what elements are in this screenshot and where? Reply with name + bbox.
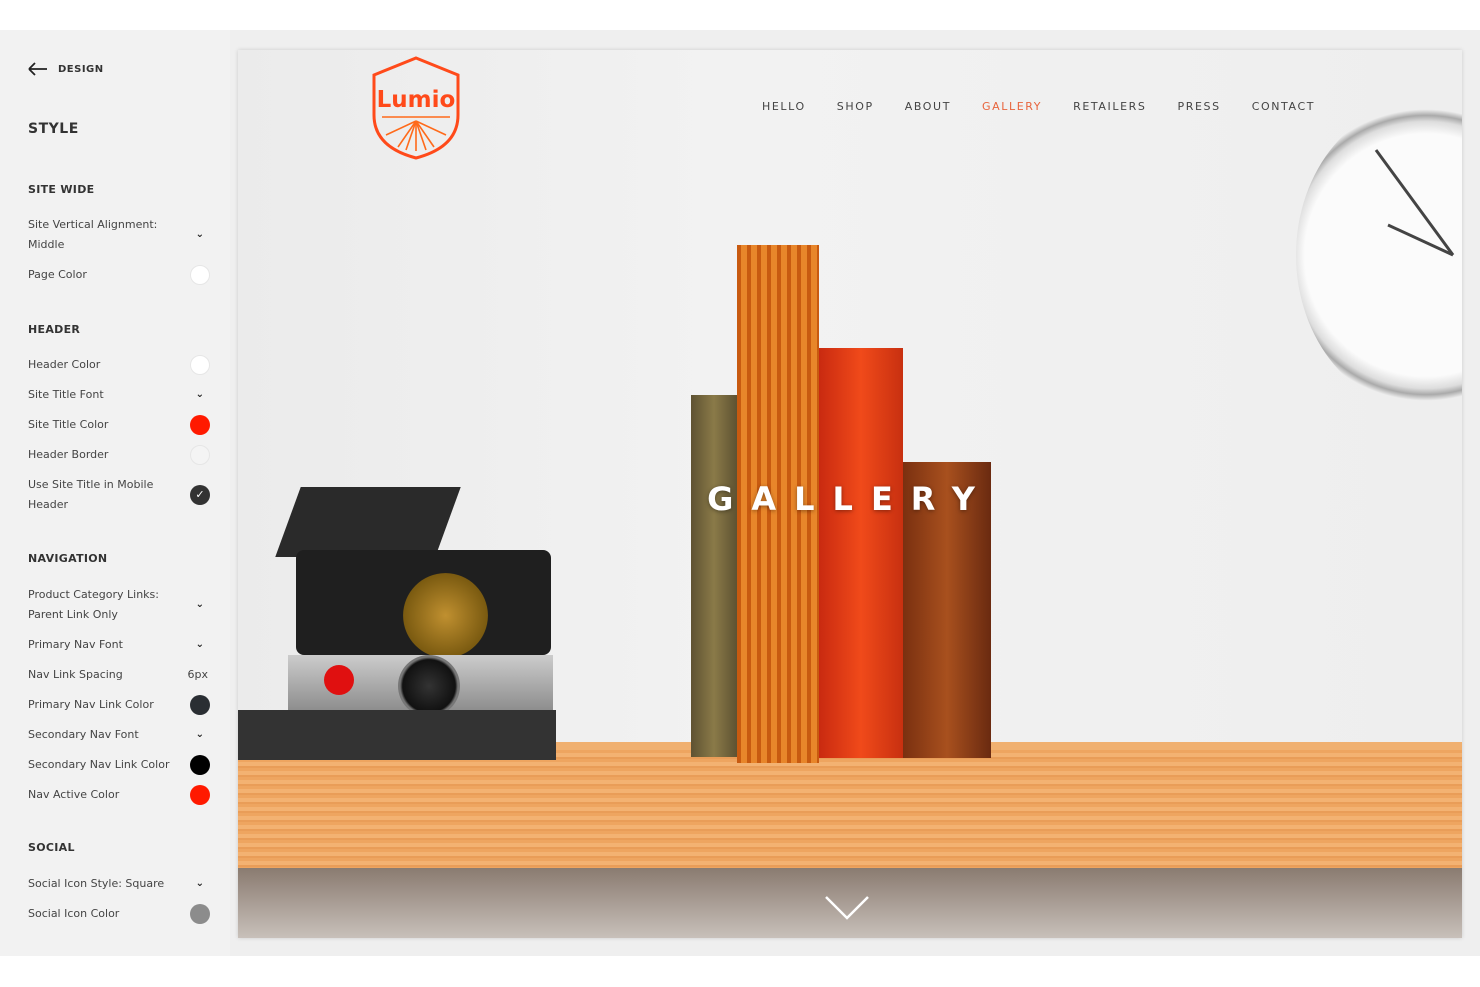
setting-header-color[interactable]: Header Color [28,355,210,375]
chevron-down-icon[interactable]: ⌄ [196,595,204,615]
setting-label: Site Vertical Alignment: Middle [28,218,158,251]
section-social: SOCIAL [28,841,75,854]
setting-product-category-links-parent-link-only[interactable]: Product Category Links: Parent Link Only… [28,585,210,625]
setting-label: Site Title Font [28,388,104,401]
book-image [819,348,903,758]
checkbox-checked[interactable]: ✓ [190,485,210,505]
section-header: HEADER [28,323,81,336]
site-preview: Lumio HELLO SHOP ABOUT GALLERY RETAILERS… [238,50,1462,938]
setting-nav-link-spacing[interactable]: Nav Link Spacing 6px [28,665,210,685]
chevron-down-icon [825,896,869,920]
svg-text:Lumio: Lumio [377,87,456,113]
setting-label: Secondary Nav Link Color [28,758,170,771]
setting-label: Social Icon Color [28,907,120,920]
setting-social-icon-color[interactable]: Social Icon Color [28,904,210,924]
clock-hands [1374,149,1455,257]
setting-label: Header Border [28,448,109,461]
setting-label: Header Color [28,358,101,371]
setting-secondary-nav-link-color[interactable]: Secondary Nav Link Color [28,755,210,775]
setting-social-icon-style-square[interactable]: Social Icon Style: Square ⌄ [28,874,210,894]
setting-label: Primary Nav Font [28,638,123,651]
color-swatch[interactable] [190,355,210,375]
setting-label: Site Title Color [28,418,109,431]
section-navigation: NAVIGATION [28,552,108,565]
setting-primary-nav-link-color[interactable]: Primary Nav Link Color [28,695,210,715]
color-swatch[interactable] [190,445,210,465]
arrow-left-icon [28,62,47,76]
setting-site-title-font[interactable]: Site Title Font ⌄ [28,385,210,405]
setting-page-color[interactable]: Page Color [28,265,210,285]
setting-label: Use Site Title in Mobile Header [28,478,154,511]
chevron-down-icon[interactable]: ⌄ [196,635,204,655]
section-site-wide: SITE WIDE [28,183,95,196]
setting-label: Nav Active Color [28,788,120,801]
scroll-down-button[interactable] [824,895,870,925]
setting-label: Product Category Links: Parent Link Only [28,588,159,621]
setting-nav-active-color[interactable]: Nav Active Color [28,785,210,805]
color-swatch[interactable] [190,415,210,435]
color-swatch[interactable] [190,755,210,775]
nav-retailers[interactable]: RETAILERS [1073,100,1146,113]
wood-shelf-image [238,750,1462,870]
setting-label: Secondary Nav Font [28,728,139,741]
nav-press[interactable]: PRESS [1177,100,1220,113]
nav-hello[interactable]: HELLO [762,100,806,113]
setting-label: Nav Link Spacing [28,668,123,681]
nav-about[interactable]: ABOUT [905,100,951,113]
back-label: DESIGN [58,63,104,75]
back-to-design-button[interactable]: DESIGN [28,62,104,76]
nav-contact[interactable]: CONTACT [1252,100,1315,113]
setting-label: Social Icon Style: Square [28,877,165,890]
color-swatch[interactable] [190,695,210,715]
book-image [691,395,737,757]
setting-label: Primary Nav Link Color [28,698,154,711]
chevron-down-icon[interactable]: ⌄ [196,225,204,245]
nav-shop[interactable]: SHOP [837,100,874,113]
hero-title: GALLERY [707,480,993,518]
polaroid-camera-image [238,487,556,760]
nav-gallery[interactable]: GALLERY [982,100,1042,113]
site-logo[interactable]: Lumio [368,55,464,165]
setting-header-border[interactable]: Header Border [28,445,210,465]
chevron-down-icon[interactable]: ⌄ [196,874,204,894]
setting-site-vertical-alignment-middle[interactable]: Site Vertical Alignment: Middle ⌄ [28,215,210,255]
color-swatch[interactable] [190,785,210,805]
color-swatch[interactable] [190,265,210,285]
setting-secondary-nav-font[interactable]: Secondary Nav Font ⌄ [28,725,210,745]
chevron-down-icon[interactable]: ⌄ [196,725,204,745]
chevron-down-icon[interactable]: ⌄ [196,385,204,405]
setting-value[interactable]: 6px [188,665,209,685]
setting-primary-nav-font[interactable]: Primary Nav Font ⌄ [28,635,210,655]
site-nav: HELLO SHOP ABOUT GALLERY RETAILERS PRESS… [762,100,1315,113]
lumio-logo-icon: Lumio [372,56,460,160]
setting-site-title-color[interactable]: Site Title Color [28,415,210,435]
setting-label: Page Color [28,268,87,281]
setting-use-site-title-in-mobile-header[interactable]: Use Site Title in Mobile Header ✓ [28,475,210,515]
color-swatch[interactable] [190,904,210,924]
panel-title: STYLE [28,121,79,137]
